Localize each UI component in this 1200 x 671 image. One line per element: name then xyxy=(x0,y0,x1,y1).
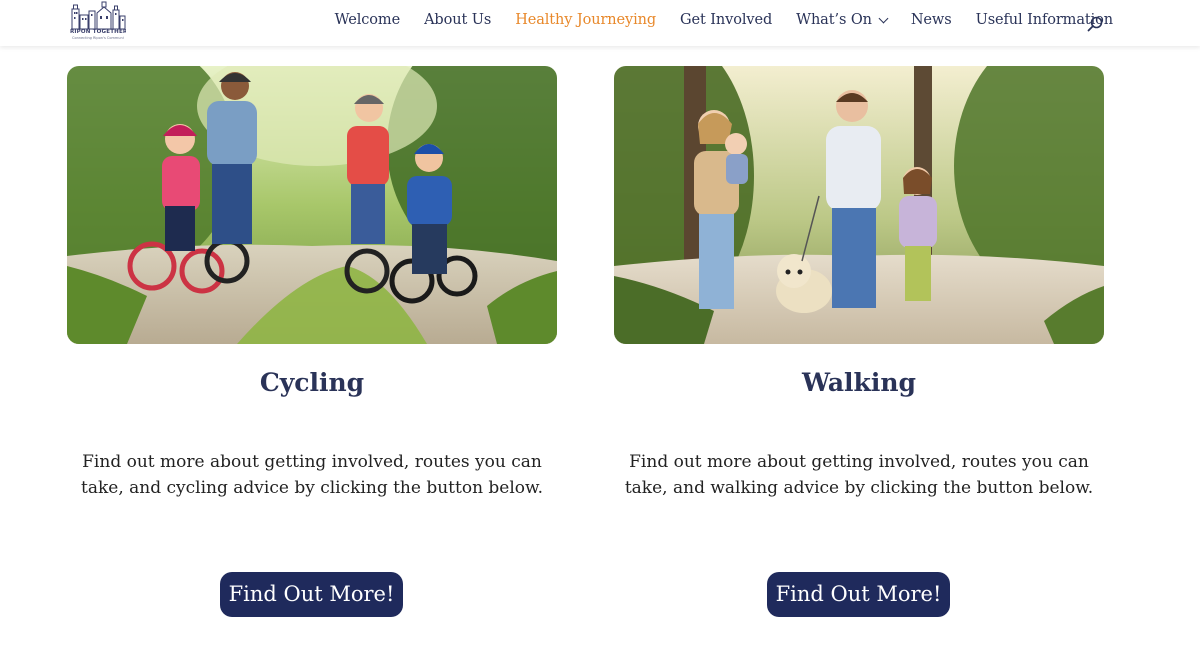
site-header: RIPON TOGETHER Connecting Ripon's Commun… xyxy=(0,0,1200,46)
nav-item-label: What’s On xyxy=(796,12,872,28)
cycling-title: Cycling xyxy=(259,368,365,397)
logo-name: RIPON TOGETHER xyxy=(70,29,126,35)
chevron-down-icon xyxy=(878,13,889,23)
cycling-card: Cycling Find out more about getting invo… xyxy=(67,66,557,617)
cycling-photo xyxy=(67,66,557,344)
nav-item-get-involved[interactable]: Get Involved xyxy=(680,12,772,28)
walking-title: Walking xyxy=(801,368,917,397)
search-icon[interactable] xyxy=(1087,16,1103,32)
nav-item-label: Welcome xyxy=(334,12,401,28)
cycling-find-out-more-button[interactable]: Find Out More! xyxy=(220,572,403,617)
logo-skyline-icon xyxy=(71,1,126,30)
nav-item-label: About Us xyxy=(424,12,492,28)
site-logo[interactable]: RIPON TOGETHER Connecting Ripon's Commun… xyxy=(70,1,126,43)
nav-item-news[interactable]: News xyxy=(911,12,952,28)
nav-item-whats-on[interactable]: What’s On xyxy=(796,12,889,28)
nav-item-about-us[interactable]: About Us xyxy=(424,12,491,28)
nav-item-label: News xyxy=(910,12,952,28)
logo-tagline: Connecting Ripon's Community xyxy=(72,36,124,40)
nav-item-label: Healthy Journeying xyxy=(515,12,657,28)
nav-item-label: Get Involved xyxy=(680,12,773,28)
walking-find-out-more-button[interactable]: Find Out More! xyxy=(767,572,950,617)
nav-item-healthy-journeying[interactable]: Healthy Journeying xyxy=(515,12,656,28)
nav-item-welcome[interactable]: Welcome xyxy=(334,12,401,28)
walking-card: Walking Find out more about getting invo… xyxy=(614,66,1104,617)
cycling-description: Find out more about getting involved, ro… xyxy=(81,452,543,498)
main-nav: Welcome About Us Healthy Journeying Get … xyxy=(335,12,1113,28)
walking-photo xyxy=(614,66,1104,344)
walking-description: Find out more about getting involved, ro… xyxy=(624,452,1094,498)
